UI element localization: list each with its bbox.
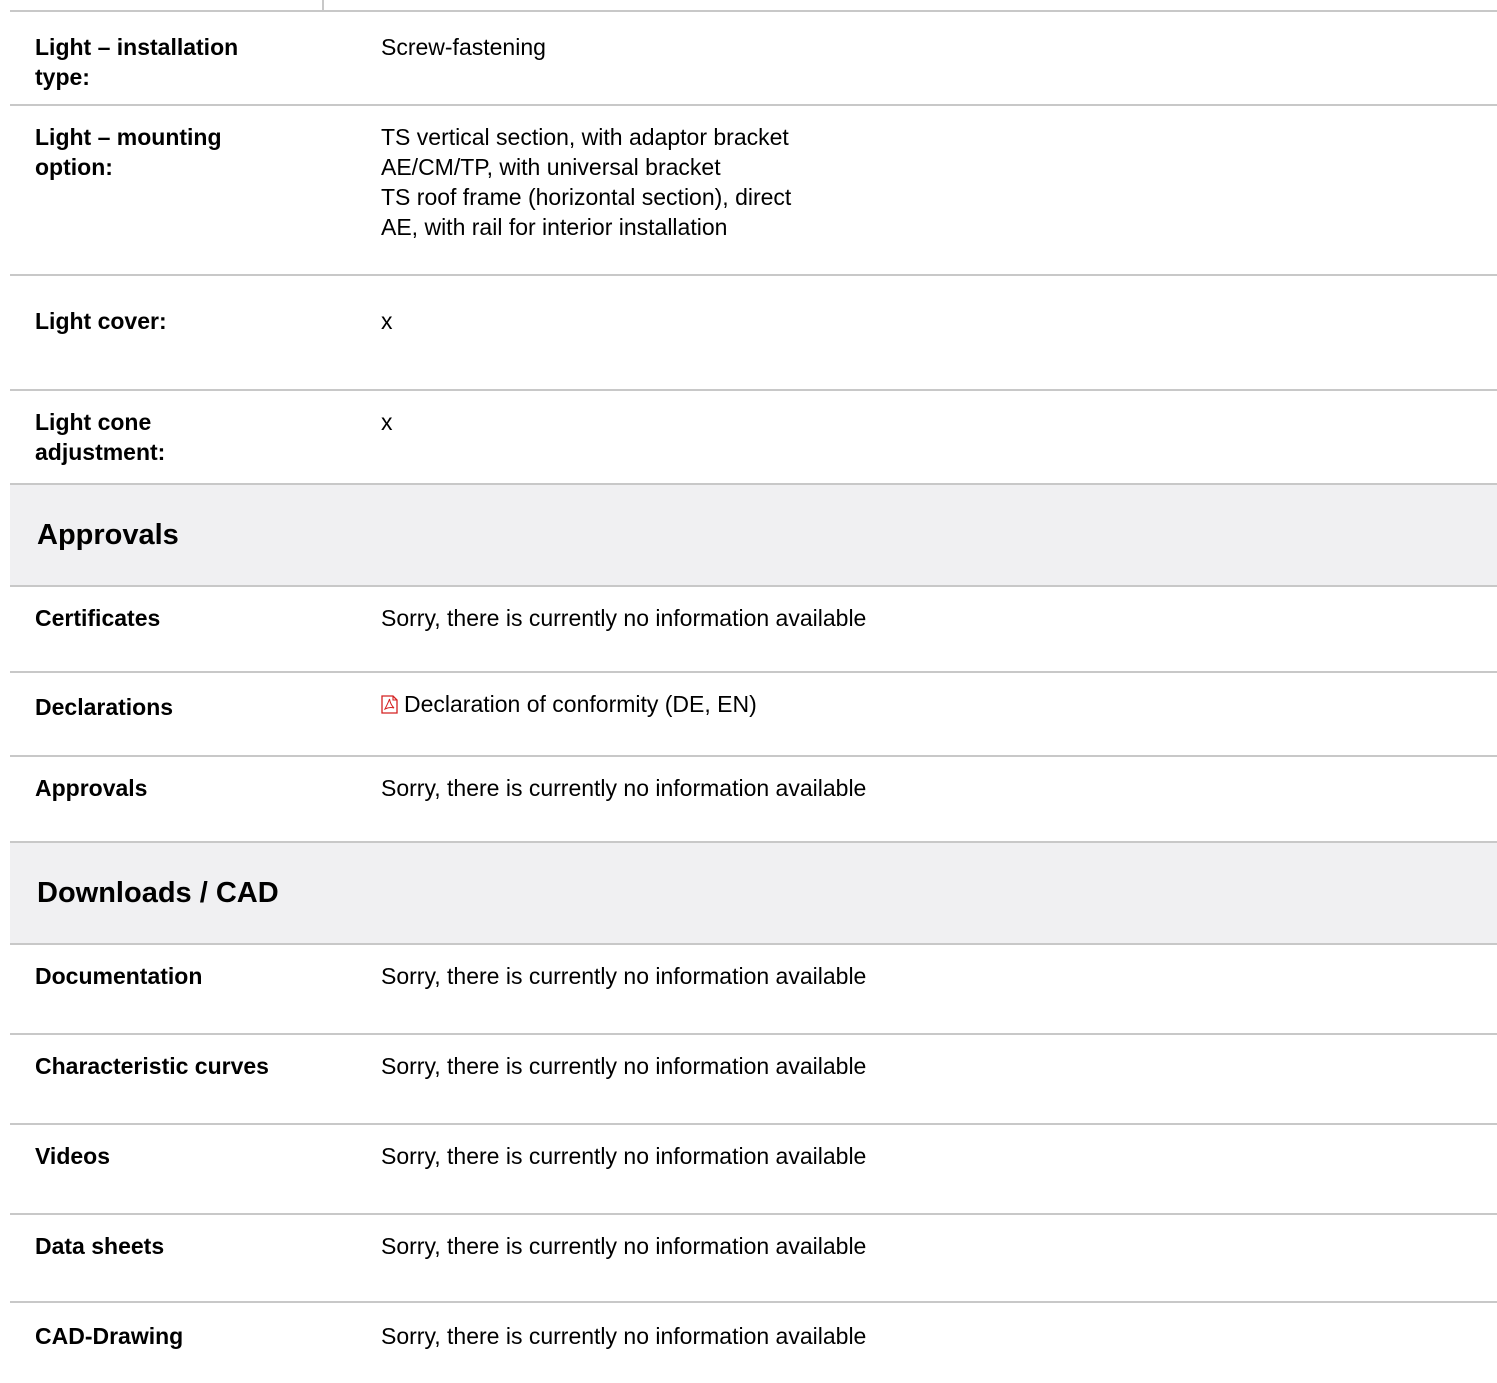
section-header-downloads-cad: Downloads / CAD bbox=[10, 843, 1497, 945]
spec-value-item: AE, with rail for interior installation bbox=[381, 214, 728, 240]
row-label: CAD-Drawing bbox=[35, 1323, 184, 1349]
downloads-row-characteristic-curves: Characteristic curves Sorry, there is cu… bbox=[10, 1035, 1497, 1125]
declaration-link-row: Declaration of conformity (DE, EN) bbox=[381, 689, 1481, 719]
row-label: Videos bbox=[35, 1143, 110, 1169]
pdf-icon[interactable] bbox=[381, 691, 398, 714]
spec-value: x bbox=[381, 409, 393, 435]
section-header-approvals: Approvals bbox=[10, 485, 1497, 587]
spec-value-item: AE/CM/TP, with universal bracket bbox=[381, 154, 721, 180]
spec-label: Light cover: bbox=[35, 308, 167, 334]
row-value: Sorry, there is currently no information… bbox=[381, 1323, 867, 1349]
spec-value-item: TS vertical section, with adaptor bracke… bbox=[381, 124, 789, 150]
row-value: Sorry, there is currently no information… bbox=[381, 1143, 867, 1169]
spec-row-light-cover: Light cover: x bbox=[10, 276, 1497, 391]
approvals-row-declarations: Declarations Declaration of conformity (… bbox=[10, 673, 1497, 757]
declaration-of-conformity-link[interactable]: Declaration of conformity (DE, EN) bbox=[404, 691, 757, 717]
approvals-row-certificates: Certificates Sorry, there is currently n… bbox=[10, 587, 1497, 673]
row-label: Data sheets bbox=[35, 1233, 165, 1259]
spec-label: Light cone adjustment: bbox=[35, 409, 166, 465]
downloads-row-data-sheets: Data sheets Sorry, there is currently no… bbox=[10, 1215, 1497, 1303]
spec-label: Light – mounting option: bbox=[35, 124, 222, 180]
downloads-row-documentation: Documentation Sorry, there is currently … bbox=[10, 945, 1497, 1035]
row-label: Certificates bbox=[35, 605, 161, 631]
product-details-table: Light – installation type: Screw-fasteni… bbox=[10, 0, 1497, 1383]
row-label: Characteristic curves bbox=[35, 1053, 269, 1079]
downloads-row-cad-drawing: CAD-Drawing Sorry, there is currently no… bbox=[10, 1303, 1497, 1383]
spec-value-item: TS roof frame (horizontal section), dire… bbox=[381, 184, 792, 210]
downloads-row-videos: Videos Sorry, there is currently no info… bbox=[10, 1125, 1497, 1215]
spec-row-mounting-option: Light – mounting option: TS vertical sec… bbox=[10, 106, 1497, 276]
spec-value: Screw-fastening bbox=[381, 34, 546, 60]
spec-value: x bbox=[381, 308, 393, 334]
row-label: Documentation bbox=[35, 963, 203, 989]
row-value: Sorry, there is currently no information… bbox=[381, 1053, 867, 1079]
row-value: Sorry, there is currently no information… bbox=[381, 775, 867, 801]
approvals-row-approvals: Approvals Sorry, there is currently no i… bbox=[10, 757, 1497, 843]
row-value: Sorry, there is currently no information… bbox=[381, 1233, 867, 1259]
row-label: Approvals bbox=[35, 775, 148, 801]
row-value: Sorry, there is currently no information… bbox=[381, 963, 867, 989]
row-value: Sorry, there is currently no information… bbox=[381, 605, 867, 631]
row-label: Declarations bbox=[35, 694, 174, 720]
section-title: Approvals bbox=[37, 519, 179, 551]
section-title: Downloads / CAD bbox=[37, 877, 279, 909]
spec-label: Light – installation type: bbox=[35, 34, 239, 90]
spec-row-light-cone: Light cone adjustment: x bbox=[10, 391, 1497, 485]
spec-value-list: TS vertical section, with adaptor bracke… bbox=[381, 122, 1481, 242]
spec-row-installation-type: Light – installation type: Screw-fasteni… bbox=[10, 12, 1497, 106]
table-top-divider bbox=[10, 0, 1497, 12]
